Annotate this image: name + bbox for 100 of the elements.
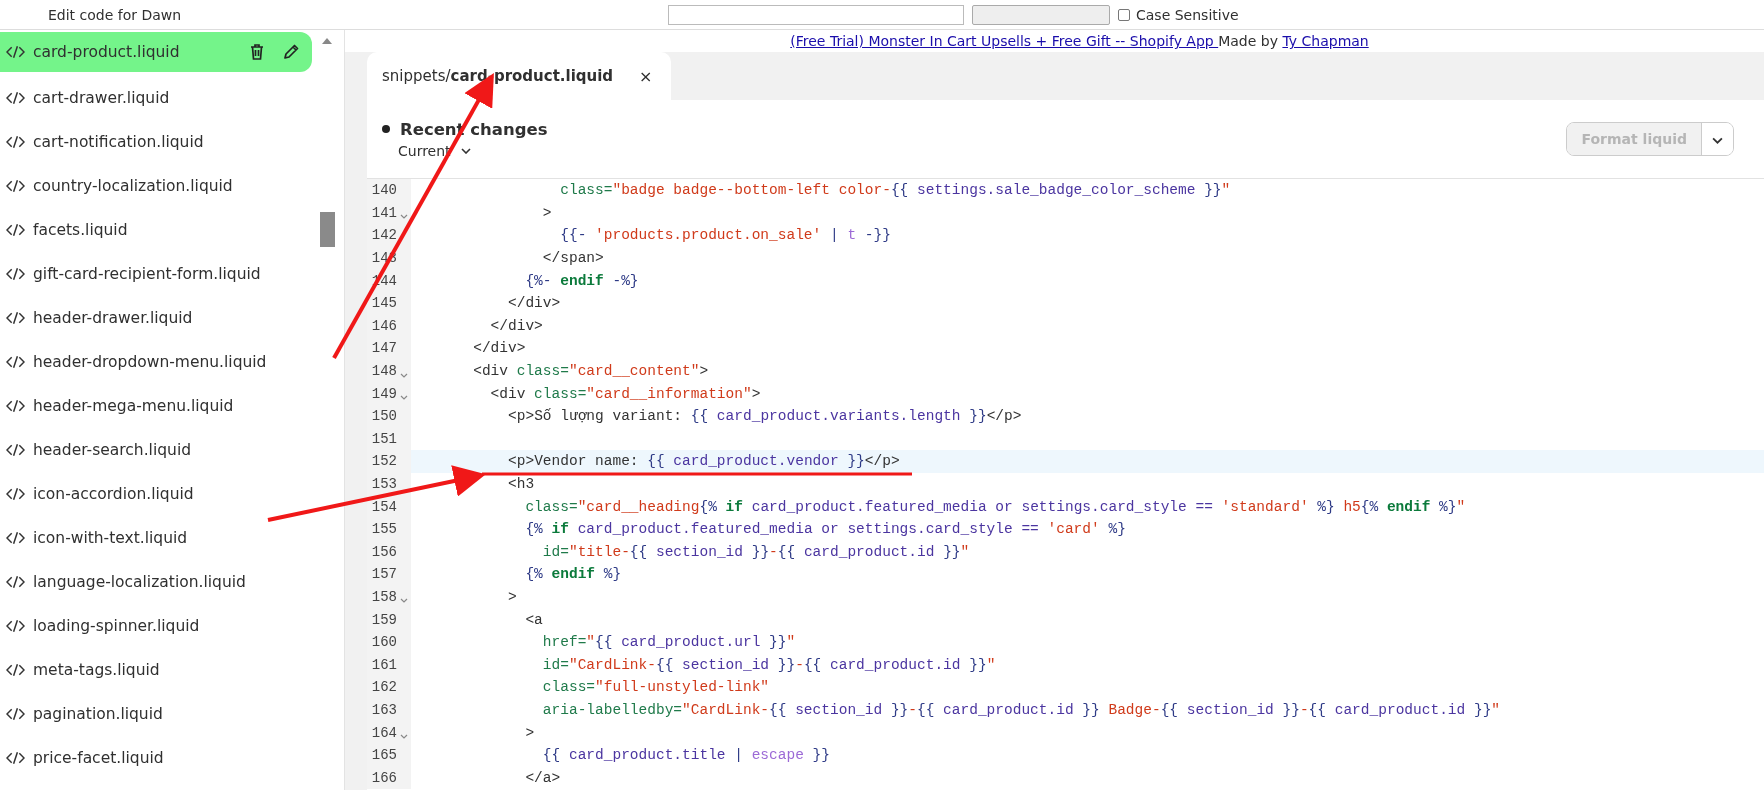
- file-item[interactable]: cart-drawer.liquid: [0, 76, 312, 120]
- line-number: 146: [370, 317, 397, 334]
- code-line: id="CardLink-{{ section_id }}-{{ card_product.id }}": [541, 656, 996, 673]
- checkbox[interactable]: [1118, 8, 1130, 21]
- code-line: class="full-unstyled-link": [541, 679, 770, 696]
- line-number: 159: [370, 611, 397, 628]
- line-number: 145: [370, 295, 397, 312]
- fold-toggle-icon[interactable]: [400, 372, 408, 378]
- fold-toggle-icon[interactable]: [400, 395, 408, 401]
- trash-icon[interactable]: [248, 43, 266, 61]
- code-line: aria-labelledby="CardLink-{{ section_id }}-{{ card_product.id }} Badge-{{ section_id }}-{{ card_product.id }}": [541, 701, 1501, 718]
- line-number: 166: [370, 769, 397, 786]
- line-number: 140: [370, 182, 397, 199]
- code-line: {%- endif -%}: [524, 272, 639, 289]
- file-item[interactable]: price-facet.liquid: [0, 736, 312, 780]
- fold-toggle-icon[interactable]: [400, 734, 408, 740]
- code-icon: [6, 751, 25, 765]
- code-line: <p>Vendor name: {{ card_product.vendor }}</p>: [507, 453, 900, 470]
- code-line: {{ card_product.title | escape }}: [541, 747, 830, 764]
- code-icon: [6, 135, 25, 149]
- line-number: 148: [370, 363, 397, 380]
- code-line: </div>: [489, 317, 543, 334]
- code-line: class="card__heading{% if card_product.featured_media or settings.card_style == 'standard' %} h5{% endif %}": [524, 498, 1466, 515]
- line-number: 152: [370, 453, 397, 470]
- code-icon: [6, 267, 25, 281]
- search-button[interactable]: [972, 4, 1110, 25]
- code-icon: [6, 531, 25, 545]
- file-item[interactable]: cart-notification.liquid: [0, 120, 312, 164]
- file-item[interactable]: facets.liquid: [0, 208, 312, 252]
- code-line: </div>: [507, 295, 561, 312]
- code-line: >: [507, 589, 517, 605]
- file-item[interactable]: country-localization.liquid: [0, 164, 312, 208]
- search-field[interactable]: [668, 4, 964, 25]
- code-icon: [6, 355, 25, 369]
- file-item[interactable]: loading-spinner.liquid: [0, 604, 312, 648]
- scroll-up-icon[interactable]: [322, 38, 332, 44]
- code-icon: [6, 443, 25, 457]
- code-line: <a: [524, 611, 543, 628]
- code-line: id="title-{{ section_id }}-{{ card_product.id }}": [541, 543, 970, 560]
- file-item[interactable]: pagination.liquid: [0, 692, 312, 736]
- code-line: </div>: [472, 340, 526, 357]
- code-line: </a>: [524, 769, 561, 786]
- code-icon: [6, 91, 25, 105]
- file-item[interactable]: meta-tags.liquid: [0, 648, 312, 692]
- line-number: 141: [370, 204, 397, 221]
- code-line: <p>Số lượng variant: {{ card_product.variants.length }}</p>: [507, 408, 1022, 425]
- code-icon: [6, 575, 25, 589]
- line-number: 160: [370, 634, 397, 651]
- code-icon: [6, 223, 25, 237]
- code-line: >: [541, 204, 552, 221]
- line-number: 154: [370, 498, 397, 515]
- code-icon: [6, 487, 25, 501]
- file-item[interactable]: header-dropdown-menu.liquid: [0, 340, 312, 384]
- code-line: <div class="card__information">: [489, 385, 761, 402]
- line-number: 153: [370, 476, 397, 492]
- code-icon: [6, 311, 25, 325]
- code-line: </span>: [541, 250, 604, 267]
- file-item[interactable]: header-drawer.liquid: [0, 296, 312, 340]
- line-number: 149: [370, 385, 397, 402]
- line-number: 151: [370, 430, 397, 447]
- line-number: 158: [370, 589, 397, 605]
- code-icon: [6, 399, 25, 413]
- line-number: 147: [370, 340, 397, 357]
- pencil-icon[interactable]: [282, 43, 300, 61]
- code-icon: [6, 45, 25, 59]
- file-item[interactable]: gift-card-recipient-form.liquid: [0, 252, 312, 296]
- code-line: <div class="card__content">: [472, 363, 709, 380]
- code-line: href="{{ card_product.url }}": [541, 634, 796, 651]
- file-item[interactable]: icon-accordion.liquid: [0, 472, 312, 516]
- fold-toggle-icon[interactable]: [400, 598, 408, 604]
- line-number: 150: [370, 408, 397, 425]
- line-number: 165: [370, 747, 397, 764]
- close-icon[interactable]: ×: [639, 66, 653, 86]
- format-dropdown-button[interactable]: [1701, 123, 1733, 155]
- file-item[interactable]: header-mega-menu.liquid: [0, 384, 312, 428]
- code-line: class="badge badge--bottom-left color-{{ settings.sale_badge_color_scheme }}": [559, 182, 1231, 199]
- file-item[interactable]: card-product.liquid: [0, 32, 312, 72]
- bullet-icon: [382, 125, 390, 133]
- code-line: {{- 'products.product.on_sale' | t -}}: [559, 227, 891, 244]
- file-item[interactable]: language-localization.liquid: [0, 560, 312, 604]
- file-item[interactable]: icon-with-text.liquid: [0, 516, 312, 560]
- page-title: Edit code for Dawn: [48, 6, 183, 23]
- code-icon: [6, 179, 25, 193]
- code-line: {% if card_product.featured_media or settings.card_style == 'card' %}: [524, 521, 1126, 538]
- code-icon: [6, 663, 25, 677]
- fold-toggle-icon[interactable]: [400, 214, 408, 220]
- author-link[interactable]: Ty Chapman: [1282, 33, 1369, 49]
- scrollbar-thumb[interactable]: [320, 212, 335, 247]
- line-number: 162: [370, 679, 397, 696]
- line-number: 155: [370, 521, 397, 538]
- chevron-down-icon: [460, 147, 471, 154]
- file-item[interactable]: header-search.liquid: [0, 428, 312, 472]
- code-line: >: [524, 724, 535, 741]
- code-line: <h3: [507, 476, 535, 492]
- code-icon: [6, 619, 25, 633]
- code-line: {% endif %}: [524, 566, 622, 583]
- chevron-down-icon: [1712, 136, 1723, 144]
- app-link[interactable]: (Free Trial) Monster In Cart Upsells + Free Gift -- Shopify App: [790, 33, 1219, 49]
- line-number: 156: [370, 543, 397, 560]
- line-number: 163: [370, 701, 397, 718]
